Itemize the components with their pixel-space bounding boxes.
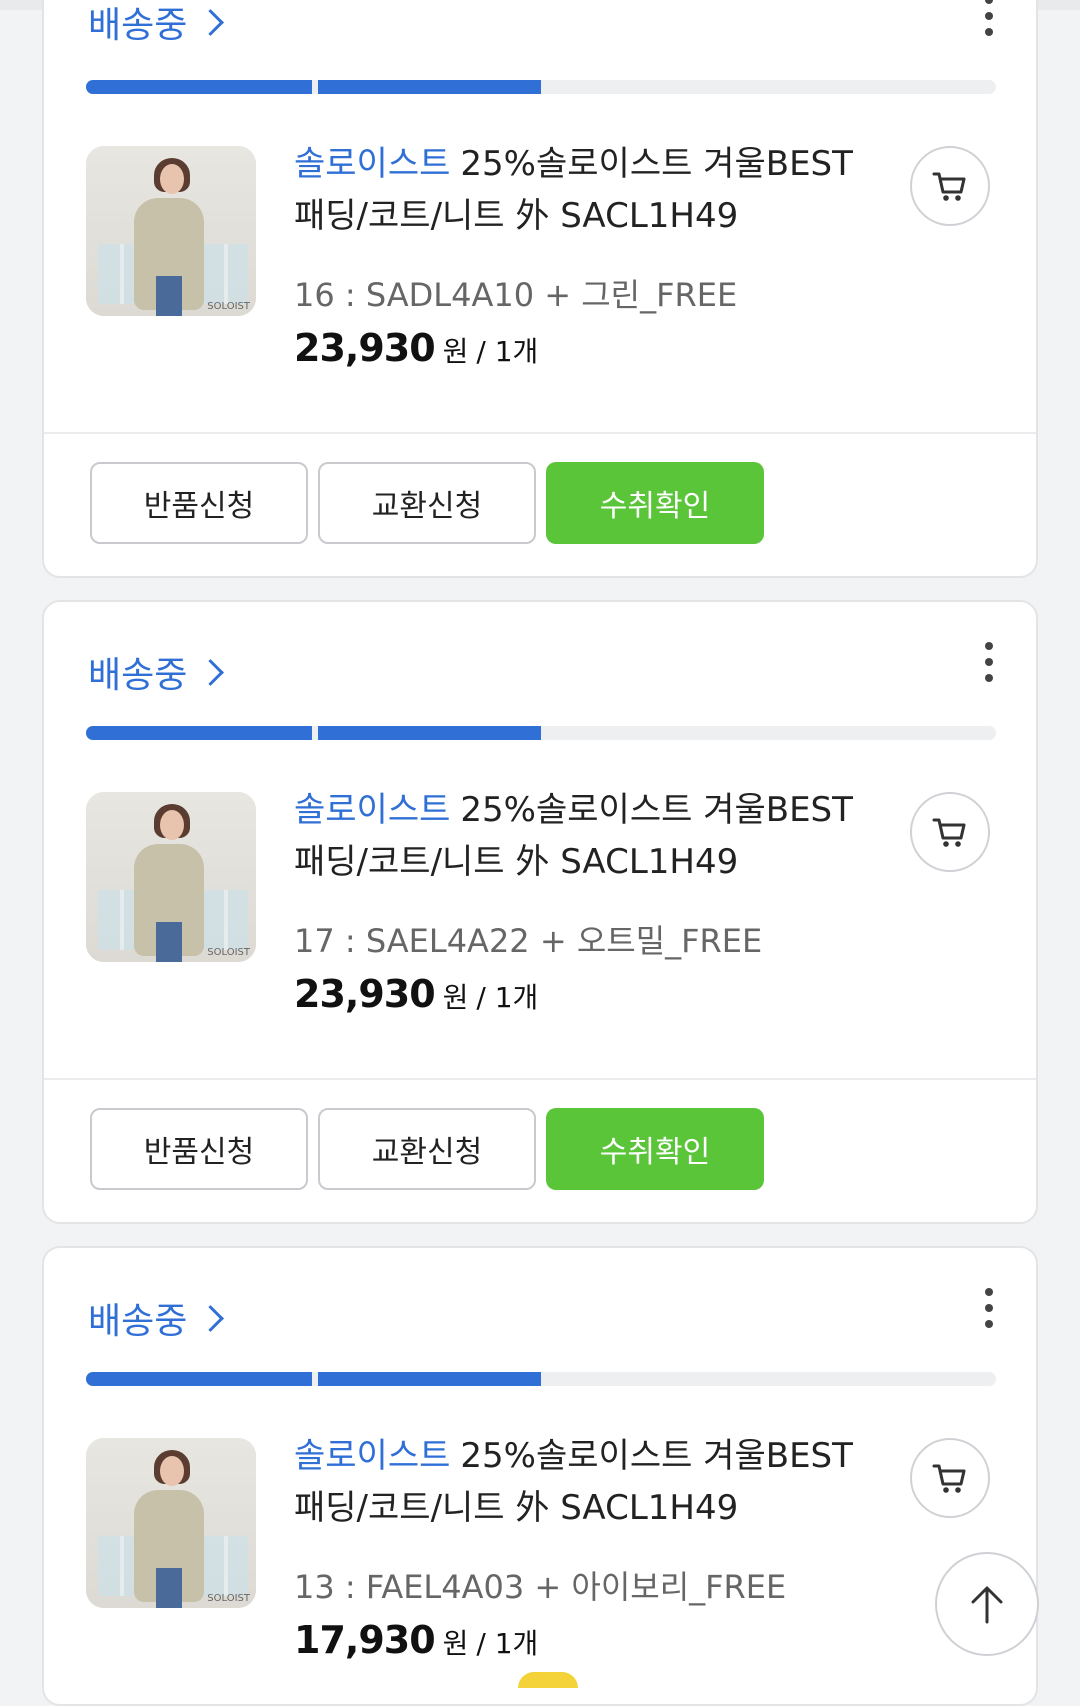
scroll-to-top-button[interactable] (935, 1552, 1039, 1656)
product-thumbnail[interactable]: SOLOIST (86, 146, 256, 316)
price-amount: 23,930 (294, 326, 436, 370)
product-thumbnail[interactable]: SOLOIST (86, 1438, 256, 1608)
product-title-line2: 패딩/코트/니트 外 SACL1H49 (294, 196, 739, 236)
price-amount: 23,930 (294, 972, 436, 1016)
chevron-right-icon (197, 8, 225, 36)
cart-icon (932, 1464, 966, 1493)
product-option: 16 : SADL4A10 + 그린_FREE (294, 276, 738, 314)
product-thumbnail[interactable]: SOLOIST (86, 792, 256, 962)
exchange-request-button[interactable]: 교환신청 (318, 462, 536, 544)
product-name[interactable]: 솔로이스트 25%솔로이스트 겨울BEST 패딩/코트/니트 外 SACL1H49 (294, 138, 884, 242)
exchange-request-button[interactable]: 교환신청 (318, 1108, 536, 1190)
chevron-right-icon (197, 658, 225, 686)
product-title-line1: 25%솔로이스트 겨울BEST (460, 1436, 853, 1476)
brand-name[interactable]: 솔로이스트 (294, 144, 450, 184)
more-vertical-icon[interactable] (984, 1288, 994, 1328)
price-amount: 17,930 (294, 1618, 436, 1662)
product-title-line2: 패딩/코트/니트 外 SACL1H49 (294, 1488, 739, 1528)
thumbnail-logo: SOLOIST (207, 301, 250, 312)
brand-name[interactable]: 솔로이스트 (294, 1436, 450, 1476)
product-option: 13 : FAEL4A03 + 아이보리_FREE (294, 1568, 787, 1606)
product-price: 17,930 원 / 1개 (294, 1618, 538, 1662)
delivery-status-link[interactable]: 배송중 (88, 646, 225, 698)
thumbnail-logo: SOLOIST (207, 947, 250, 958)
order-card: 배송중 SOLOIST 솔로이스트 25%솔로이스트 겨울BEST 패딩/코트/니… (42, 600, 1038, 1224)
add-to-cart-button[interactable] (910, 146, 990, 226)
delivery-status-link[interactable]: 배송중 (88, 0, 225, 48)
status-label: 배송중 (88, 1301, 188, 1342)
product-name[interactable]: 솔로이스트 25%솔로이스트 겨울BEST 패딩/코트/니트 外 SACL1H49 (294, 1430, 884, 1534)
thumbnail-logo: SOLOIST (207, 1593, 250, 1604)
status-label: 배송중 (88, 655, 188, 696)
add-to-cart-button[interactable] (910, 1438, 990, 1518)
delivery-status-link[interactable]: 배송중 (88, 1292, 225, 1344)
delivery-progress-bar (86, 80, 996, 94)
cart-icon (932, 818, 966, 847)
cart-icon (932, 172, 966, 201)
order-quantity: / 1개 (476, 1627, 539, 1660)
product-title-line1: 25%솔로이스트 겨울BEST (460, 790, 853, 830)
card-divider (44, 432, 1036, 434)
product-title-line2: 패딩/코트/니트 外 SACL1H49 (294, 842, 739, 882)
return-request-button[interactable]: 반품신청 (90, 462, 308, 544)
delivery-progress-bar (86, 726, 996, 740)
product-title-line1: 25%솔로이스트 겨울BEST (460, 144, 853, 184)
order-quantity: / 1개 (476, 335, 539, 368)
status-label: 배송중 (88, 5, 188, 46)
product-price: 23,930 원 / 1개 (294, 326, 538, 370)
product-price: 23,930 원 / 1개 (294, 972, 538, 1016)
price-currency: 원 (442, 1627, 469, 1660)
confirm-receipt-button[interactable]: 수취확인 (546, 462, 764, 544)
order-quantity: / 1개 (476, 981, 539, 1014)
product-name[interactable]: 솔로이스트 25%솔로이스트 겨울BEST 패딩/코트/니트 外 SACL1H49 (294, 784, 884, 888)
order-card: 배송중 SOLOIST 솔로이스트 25%솔로이스트 겨울BEST 패딩/코트/니… (42, 1246, 1038, 1706)
add-to-cart-button[interactable] (910, 792, 990, 872)
brand-name[interactable]: 솔로이스트 (294, 790, 450, 830)
chevron-right-icon (197, 1304, 225, 1332)
delivery-progress-bar (86, 1372, 996, 1386)
price-currency: 원 (442, 335, 469, 368)
card-divider (44, 1078, 1036, 1080)
price-currency: 원 (442, 981, 469, 1014)
floating-badge-partial (518, 1672, 578, 1688)
product-option: 17 : SAEL4A22 + 오트밀_FREE (294, 922, 763, 960)
arrow-up-icon (971, 1586, 1003, 1624)
order-card: 배송중 SOLOIST 솔로이스트 25%솔로이스트 겨울BEST 패딩/코트/니… (42, 0, 1038, 578)
more-vertical-icon[interactable] (984, 642, 994, 682)
confirm-receipt-button[interactable]: 수취확인 (546, 1108, 764, 1190)
more-vertical-icon[interactable] (984, 0, 994, 36)
return-request-button[interactable]: 반품신청 (90, 1108, 308, 1190)
